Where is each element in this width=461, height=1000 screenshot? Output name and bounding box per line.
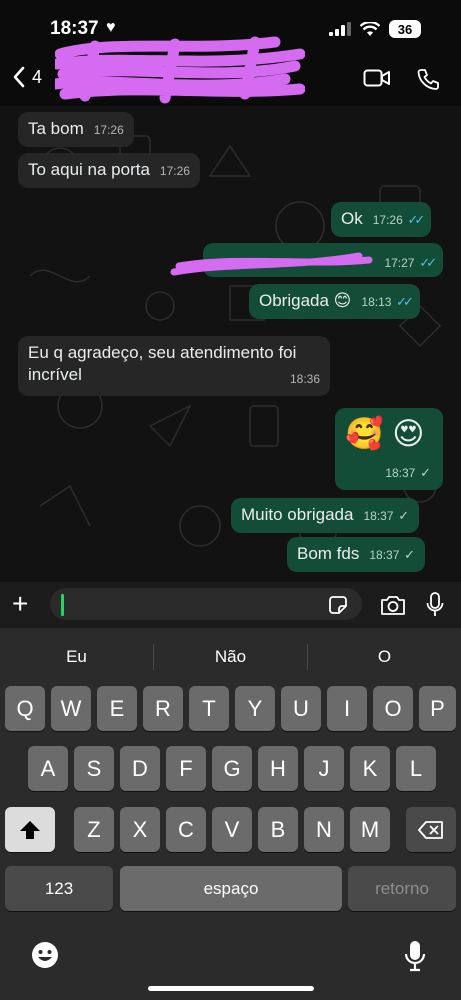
sent-tick-icon: ✓ <box>420 465 431 480</box>
header-actions <box>363 68 439 90</box>
message-text: Ok <box>341 209 363 228</box>
message-time: 17:26 <box>93 123 124 137</box>
key-q[interactable]: Q <box>5 686 45 731</box>
key-o[interactable]: O <box>373 686 413 731</box>
battery-indicator: 36 <box>389 20 421 38</box>
emoji-icon[interactable] <box>30 940 60 970</box>
message-time: 17:26 <box>372 213 403 227</box>
suggestion[interactable]: Não <box>154 647 307 667</box>
key-p[interactable]: P <box>419 686 456 731</box>
message-time: 18:37 <box>385 466 416 480</box>
dictation-microphone-icon[interactable] <box>404 940 426 972</box>
key-n[interactable]: N <box>304 807 344 852</box>
key-f[interactable]: F <box>166 746 206 791</box>
redacted-contact-name[interactable] <box>55 34 305 104</box>
sent-tick-icon: ✓ <box>404 547 416 562</box>
key-k[interactable]: K <box>350 746 390 791</box>
message-composer: + <box>0 582 461 628</box>
shift-key[interactable] <box>5 807 55 852</box>
suggestion[interactable]: Eu <box>0 647 153 667</box>
key-t[interactable]: T <box>189 686 229 731</box>
chat-header: 4 <box>0 36 461 106</box>
key-c[interactable]: C <box>166 807 206 852</box>
message-text: 🥰 😍 <box>345 416 425 451</box>
key-u[interactable]: U <box>281 686 321 731</box>
message-incoming[interactable]: Ta bom 17:26 <box>18 112 134 147</box>
sticker-icon[interactable] <box>328 595 348 615</box>
read-receipt-icon: ✓✓ <box>419 255 437 270</box>
attach-plus-icon[interactable]: + <box>12 590 28 618</box>
key-e[interactable]: E <box>97 686 137 731</box>
message-time: 18:36 <box>289 372 320 386</box>
read-receipt-icon: ✓✓ <box>407 212 426 227</box>
message-outgoing[interactable]: Bom fds 18:37 ✓ <box>287 537 426 572</box>
suggestion-bar: Eu Não O <box>0 634 461 680</box>
signal-icon <box>329 22 351 36</box>
chevron-left-icon <box>13 66 25 88</box>
microphone-icon[interactable] <box>426 592 444 618</box>
key-a[interactable]: A <box>28 746 68 791</box>
key-s[interactable]: S <box>74 746 114 791</box>
key-y[interactable]: Y <box>235 686 275 731</box>
message-time: 18:37 <box>369 548 400 562</box>
unread-count: 4 <box>32 66 43 87</box>
phone-call-icon[interactable] <box>417 68 439 90</box>
keyboard: Eu Não O Q W E R T Y U I O P A S D F G H… <box>0 628 461 1000</box>
message-text: Bom fds <box>297 544 360 563</box>
message-text: Ta bom <box>28 119 84 138</box>
backspace-icon <box>418 820 443 839</box>
message-time: 17:26 <box>159 164 190 178</box>
message-time: 18:13 <box>361 295 392 309</box>
message-time: 18:37 <box>363 509 394 523</box>
video-call-icon[interactable] <box>363 68 391 88</box>
message-text: Muito obrigada <box>241 505 354 524</box>
message-text: Eu q agradeço, seu atendimento foi incrí… <box>28 343 297 384</box>
key-r[interactable]: R <box>143 686 183 731</box>
message-outgoing-redacted[interactable]: 17:27 ✓✓ <box>170 243 443 277</box>
key-l[interactable]: L <box>396 746 436 791</box>
wifi-icon <box>360 21 380 36</box>
suggestion[interactable]: O <box>308 647 461 667</box>
message-incoming[interactable]: Eu q agradeço, seu atendimento foi incrí… <box>18 336 330 396</box>
backspace-key[interactable] <box>406 807 456 852</box>
key-b[interactable]: B <box>258 807 298 852</box>
key-m[interactable]: M <box>350 807 390 852</box>
key-v[interactable]: V <box>212 807 252 852</box>
key-d[interactable]: D <box>120 746 160 791</box>
key-w[interactable]: W <box>51 686 91 731</box>
redaction-scribble <box>170 252 373 276</box>
message-outgoing[interactable]: Ok 17:26 ✓✓ <box>331 202 432 237</box>
message-outgoing[interactable]: Obrigada 😊 18:13 ✓✓ <box>249 284 420 319</box>
home-indicator[interactable] <box>148 986 314 991</box>
read-receipt-icon: ✓✓ <box>396 294 414 309</box>
message-outgoing[interactable]: Muito obrigada 18:37 ✓ <box>231 498 420 533</box>
space-key[interactable]: espaço <box>120 866 342 911</box>
key-g[interactable]: G <box>212 746 252 791</box>
shift-arrow-icon <box>20 820 40 839</box>
message-text: Obrigada 😊 <box>259 291 352 310</box>
key-z[interactable]: Z <box>74 807 114 852</box>
key-i[interactable]: I <box>327 686 367 731</box>
message-input[interactable] <box>50 588 362 620</box>
message-incoming[interactable]: To aqui na porta 17:26 <box>18 153 200 188</box>
message-text: To aqui na porta <box>28 160 150 179</box>
return-key[interactable]: retorno <box>348 866 456 911</box>
camera-icon[interactable] <box>380 594 406 616</box>
key-x[interactable]: X <box>120 807 160 852</box>
back-button[interactable]: 4 <box>12 66 42 88</box>
text-caret <box>61 594 64 616</box>
key-j[interactable]: J <box>304 746 344 791</box>
sent-tick-icon: ✓ <box>398 508 410 523</box>
numbers-key[interactable]: 123 <box>5 866 113 911</box>
key-h[interactable]: H <box>258 746 298 791</box>
message-outgoing-emoji[interactable]: 🥰 😍 18:37 ✓ <box>335 408 443 490</box>
status-icons: 36 <box>329 20 421 38</box>
message-list[interactable]: Ta bom 17:26 To aqui na porta 17:26 Ok 17:2… <box>0 106 461 582</box>
